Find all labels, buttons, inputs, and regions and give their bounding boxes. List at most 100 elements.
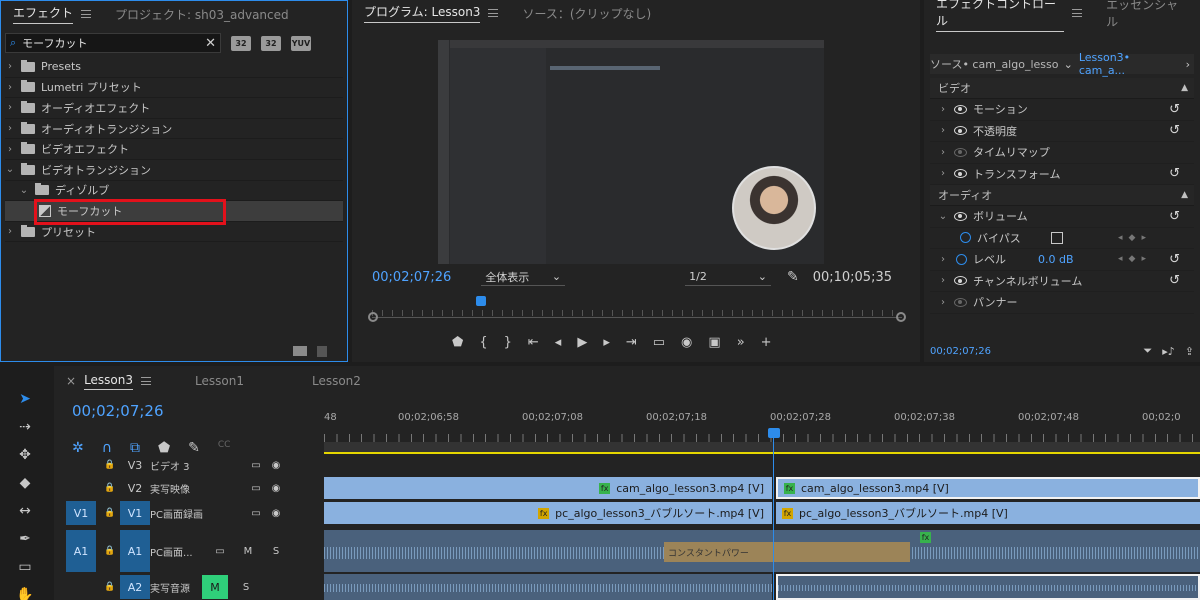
32bit-filter-button[interactable]: 32	[261, 35, 281, 51]
chevron-right-icon[interactable]: ›	[938, 297, 948, 308]
effect-row-channel-volume[interactable]: › チャンネルボリューム ↺	[930, 271, 1194, 292]
chevron-right-icon[interactable]: ›	[938, 168, 948, 179]
eye-icon[interactable]	[954, 169, 967, 179]
trash-icon[interactable]	[317, 346, 327, 357]
collapse-up-icon[interactable]: ▲	[1181, 83, 1188, 93]
marker-icon[interactable]: ⬟	[452, 335, 463, 350]
chevron-down-icon[interactable]: ⌄	[19, 185, 29, 196]
chevron-right-icon[interactable]: ›	[5, 226, 15, 237]
razor-tool-icon[interactable]: ◆	[12, 470, 38, 496]
accelerated-effects-filter-button[interactable]: 32	[231, 35, 251, 51]
timeline-playhead[interactable]	[768, 428, 780, 438]
clip-cam-right[interactable]: fx cam_algo_lesson3.mp4 [V]	[776, 477, 1200, 499]
time-ruler[interactable]: 48 00;02;06;58 00;02;07;08 00;02;07;18 0…	[324, 406, 1200, 444]
in-point-icon[interactable]: {	[479, 335, 487, 350]
tree-item-audio-effects[interactable]: › オーディオエフェクト	[5, 98, 343, 119]
go-to-out-icon[interactable]: ⇥	[626, 335, 637, 350]
lock-icon[interactable]: 🔒	[100, 483, 120, 493]
chevron-right-icon[interactable]: ›	[938, 275, 948, 286]
tab-effect-controls[interactable]: エフェクトコントロール	[924, 0, 1094, 32]
step-forward-icon[interactable]: ▸	[603, 335, 610, 350]
reset-icon[interactable]: ↺	[1169, 273, 1180, 288]
eye-icon[interactable]	[954, 276, 967, 286]
eye-icon[interactable]: ◉	[266, 508, 286, 519]
chevron-right-icon[interactable]: ›	[5, 102, 15, 113]
export-icon[interactable]: ⇪	[1185, 345, 1194, 358]
source-patch[interactable]: V1	[66, 501, 96, 525]
track-target[interactable]: A1	[120, 530, 150, 572]
chevron-right-icon[interactable]: ›	[938, 125, 948, 136]
stopwatch-icon[interactable]	[960, 232, 971, 244]
lock-icon[interactable]: 🔒	[100, 508, 120, 518]
out-point-icon[interactable]: }	[504, 335, 512, 350]
collapse-up-icon[interactable]: ▲	[1181, 190, 1188, 200]
chevron-right-icon[interactable]: ›	[5, 61, 15, 72]
play-icon[interactable]: ▶	[577, 335, 587, 350]
go-to-in-icon[interactable]: ⇤	[528, 335, 539, 350]
tree-item-presets[interactable]: › Presets	[5, 57, 343, 78]
eye-icon[interactable]	[954, 126, 967, 136]
track-target[interactable]: A2	[120, 575, 150, 599]
chevron-down-icon[interactable]: ⌄	[5, 164, 15, 175]
eye-icon[interactable]	[954, 211, 967, 221]
monitor-scrubber[interactable]	[368, 296, 906, 324]
panel-menu-icon[interactable]	[1072, 9, 1083, 17]
audio-clip-cam-left[interactable]	[324, 574, 772, 600]
lock-icon[interactable]: 🔒	[100, 582, 120, 592]
lock-icon[interactable]: 🔒	[100, 546, 120, 556]
tab-lesson1[interactable]: Lesson1	[183, 366, 256, 396]
lock-icon[interactable]: 🔒	[100, 460, 120, 470]
sync-lock-icon[interactable]: ▭	[246, 460, 266, 471]
chevron-right-icon[interactable]: ›	[938, 254, 948, 265]
tab-source[interactable]: ソース：(クリップなし)	[510, 0, 663, 26]
panel-menu-icon[interactable]	[81, 10, 92, 18]
stopwatch-icon[interactable]	[956, 253, 967, 265]
chevron-right-icon[interactable]: ›	[1186, 58, 1190, 71]
hand-tool-icon[interactable]: ✋	[12, 582, 38, 600]
bypass-checkbox[interactable]	[1050, 231, 1063, 244]
filter-icon[interactable]: ⏷	[1143, 344, 1152, 358]
audio-transition[interactable]: コンスタントパワー	[664, 542, 910, 562]
audio-clip-cam-right[interactable]	[776, 574, 1200, 600]
work-area-bar[interactable]	[324, 442, 1200, 454]
chevron-down-icon[interactable]: ⌄	[1064, 58, 1073, 71]
resolution-dropdown[interactable]: 1/2 ⌄	[685, 268, 771, 286]
reset-icon[interactable]: ↺	[1169, 252, 1180, 267]
export-frame-icon[interactable]: ◉	[681, 335, 692, 350]
tab-program[interactable]: プログラム: Lesson3	[352, 0, 510, 26]
effect-row-opacity[interactable]: › 不透明度 ↺	[930, 121, 1194, 142]
tree-item-video-transitions[interactable]: ⌄ ビデオトランジション	[5, 160, 343, 181]
ripple-edit-tool-icon[interactable]: ✥	[12, 442, 38, 468]
eye-icon[interactable]: ◉	[266, 483, 286, 494]
panel-menu-icon[interactable]	[141, 377, 152, 385]
panel-menu-icon[interactable]	[488, 9, 499, 17]
clip-pc-left[interactable]: fx pc_algo_lesson3_バブルソート.mp4 [V]	[324, 502, 772, 524]
solo-button[interactable]: S	[236, 582, 256, 593]
clip-pc-right[interactable]: fx pc_algo_lesson3_バブルソート.mp4 [V]	[776, 502, 1200, 524]
eye-icon[interactable]: ◉	[266, 460, 286, 471]
more-icon[interactable]: »	[737, 335, 745, 350]
timeline-timecode[interactable]: 00;02;07;26	[72, 402, 164, 420]
close-icon[interactable]: ×	[66, 374, 76, 388]
compare-icon[interactable]: ▣	[708, 335, 720, 350]
add-icon[interactable]: +	[761, 335, 772, 350]
sync-lock-icon[interactable]: ▭	[246, 483, 266, 494]
keyframe-nav-icon[interactable]: ◂◆▸	[1118, 233, 1152, 243]
tab-essential[interactable]: エッセンシャル	[1094, 0, 1200, 29]
tree-item-lumetri-presets[interactable]: › Lumetri プリセット	[5, 78, 343, 99]
sequence-clip-label[interactable]: Lesson3• cam_a...	[1079, 51, 1180, 77]
step-back-icon[interactable]: ◂	[555, 335, 562, 350]
tab-project[interactable]: プロジェクト: sh03_advanced	[103, 1, 301, 27]
chevron-right-icon[interactable]: ›	[5, 144, 15, 155]
sync-lock-icon[interactable]: ▭	[210, 546, 230, 557]
pen-tool-icon[interactable]: ✒	[12, 526, 38, 552]
track-target[interactable]: V2	[120, 476, 150, 500]
clear-search-icon[interactable]: ✕	[205, 36, 216, 51]
current-timecode[interactable]: 00;02;07;26	[372, 270, 451, 285]
track-target[interactable]: V1	[120, 501, 150, 525]
chevron-down-icon[interactable]: ⌄	[938, 211, 948, 222]
reset-icon[interactable]: ↺	[1169, 209, 1180, 224]
effect-row-volume[interactable]: ⌄ ボリューム ↺	[930, 206, 1194, 228]
mute-button[interactable]: M	[238, 546, 258, 557]
mute-button[interactable]: M	[202, 575, 228, 599]
